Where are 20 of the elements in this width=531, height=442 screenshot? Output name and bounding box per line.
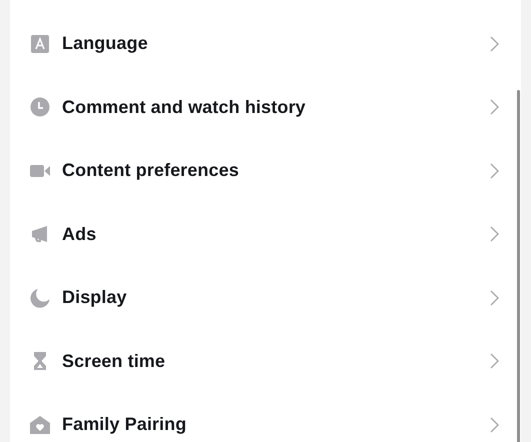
chevron-right-icon xyxy=(490,353,499,370)
settings-item[interactable]: Language xyxy=(10,12,516,76)
chevron-right-icon xyxy=(490,162,499,179)
settings-item[interactable]: Ads xyxy=(10,202,516,266)
settings-item[interactable]: Comment and watch history xyxy=(10,76,516,139)
settings-item[interactable]: Content preferences xyxy=(10,139,516,202)
chevron-right-icon xyxy=(490,290,499,306)
settings-item[interactable]: Display xyxy=(10,266,516,330)
clock-icon xyxy=(30,97,50,118)
chevron-right-icon xyxy=(490,99,499,116)
megaphone-icon xyxy=(30,224,50,244)
scrollbar[interactable] xyxy=(517,90,520,442)
chevron-right-icon xyxy=(490,226,499,242)
chevron-right-icon xyxy=(490,416,499,433)
settings-item[interactable]: Screen time xyxy=(10,330,516,393)
settings-item[interactable]: Family Pairing xyxy=(10,393,516,442)
chevron-right-icon xyxy=(490,36,499,52)
moon-icon xyxy=(30,288,50,308)
language-icon xyxy=(30,34,50,54)
house-icon xyxy=(30,414,50,435)
